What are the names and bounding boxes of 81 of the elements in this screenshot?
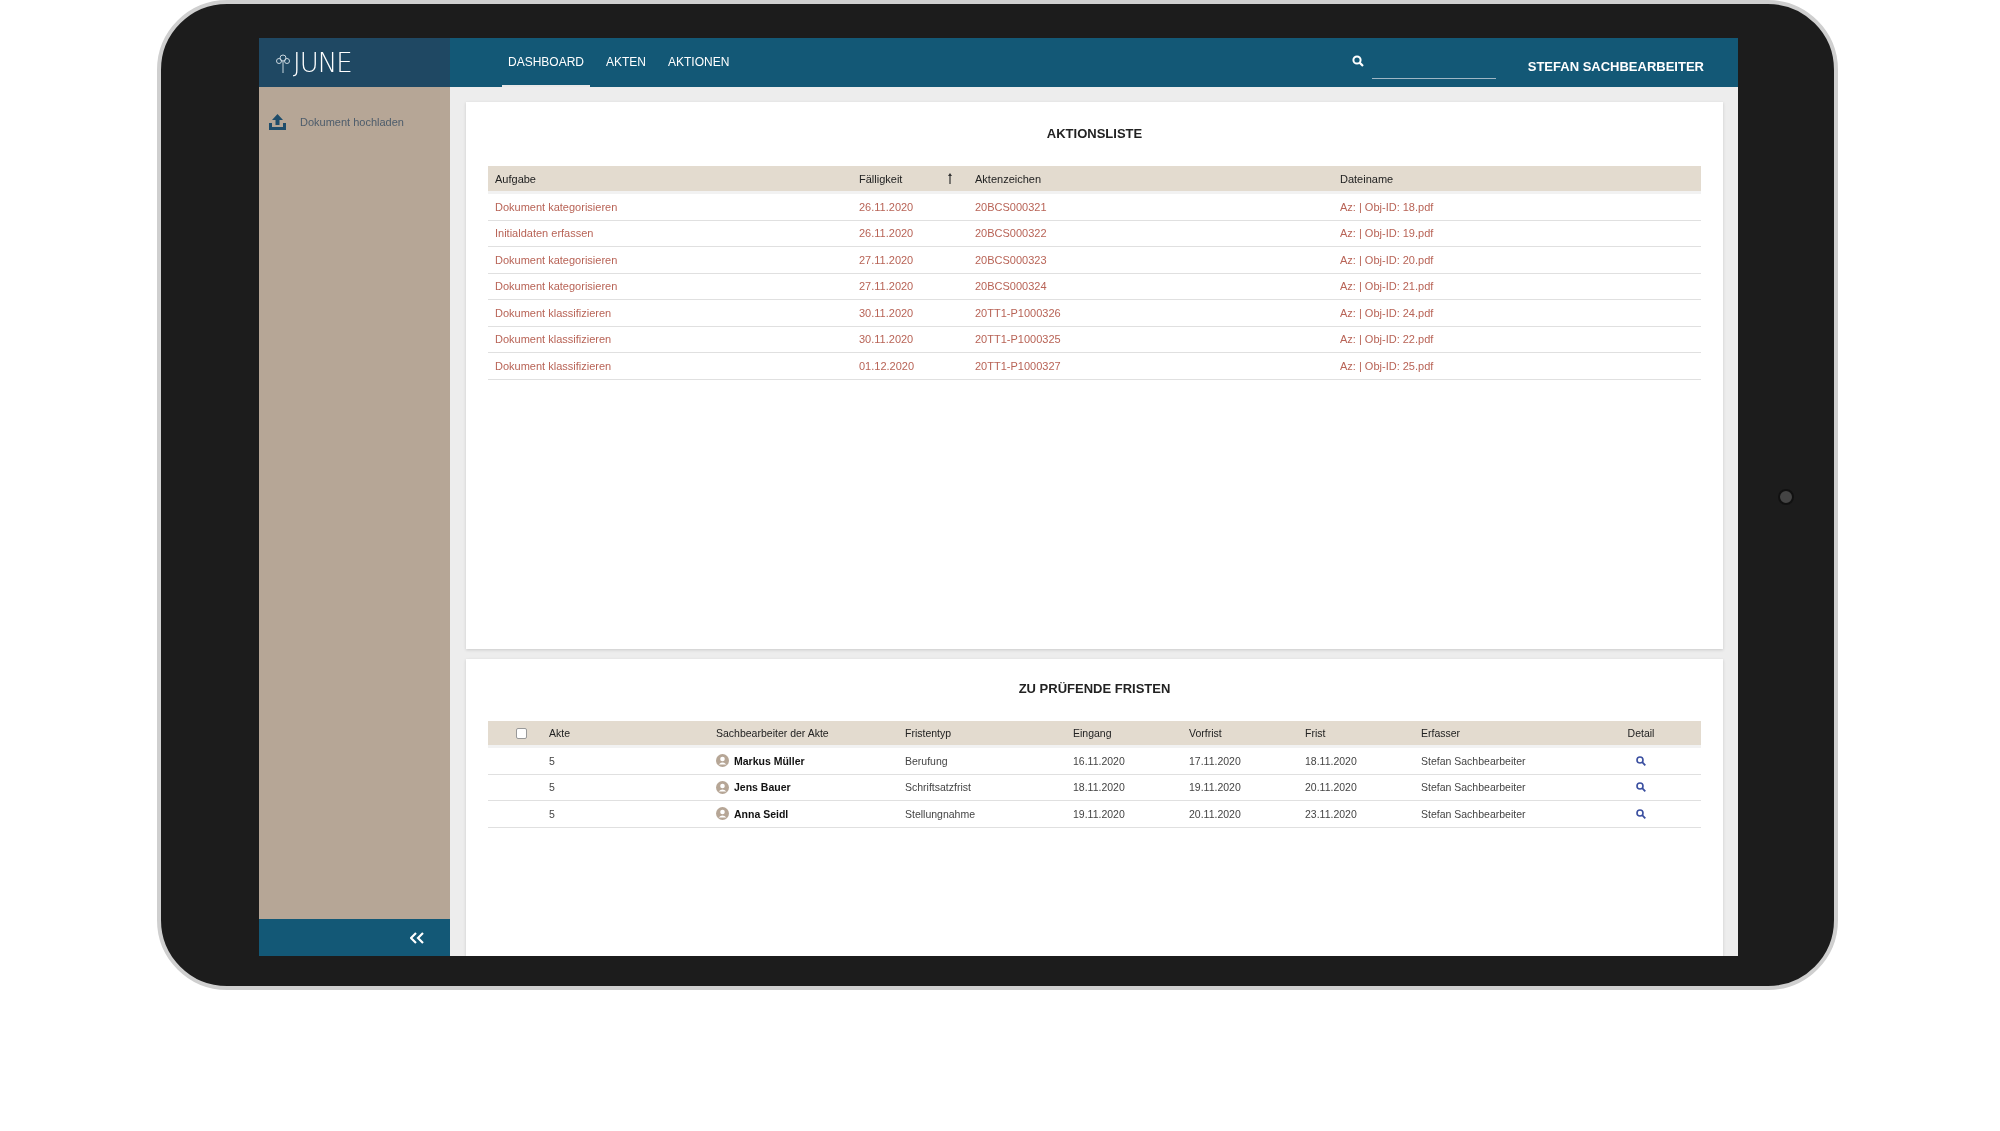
task-link[interactable]: 26.11.2020 (859, 227, 914, 240)
search-icon[interactable] (1636, 808, 1646, 819)
table-cell: 23.11.2020 (1305, 807, 1357, 820)
task-link[interactable]: Az: | Obj-ID: 22.pdf (1340, 333, 1434, 346)
table-cell: 18.11.2020 (1305, 754, 1357, 767)
task-link[interactable]: Dokument klassifizieren (495, 306, 612, 319)
column-header: Detail (1627, 727, 1655, 739)
task-link[interactable]: Dokument kategorisieren (495, 253, 618, 266)
select-all-checkbox[interactable] (516, 727, 527, 739)
task-link[interactable]: 27.11.2020 (859, 280, 914, 293)
table-cell: 5 (549, 781, 555, 794)
sidebar-item[interactable]: Dokument hochladen (259, 110, 414, 134)
table-cell: 20.11.2020 (1305, 781, 1357, 794)
task-link[interactable]: 20TT1-P1000326 (975, 306, 1061, 319)
table-cell: 20.11.2020 (1189, 807, 1241, 820)
task-link[interactable]: 26.11.2020 (859, 200, 914, 213)
user-name: Anna Seidl (734, 807, 789, 820)
user-name: Markus Müller (734, 754, 805, 767)
sort-arrow-icon[interactable] (948, 173, 952, 184)
avatar-icon (716, 754, 729, 768)
task-link[interactable]: Az: | Obj-ID: 25.pdf (1340, 359, 1434, 372)
column-header: Frist (1305, 727, 1326, 739)
table-cell: Stefan Sachbearbeiter (1421, 781, 1526, 794)
table-cell: 16.11.2020 (1073, 754, 1125, 767)
table-cell: 18.11.2020 (1073, 781, 1125, 794)
flower-logo-icon (275, 51, 291, 74)
column-header[interactable]: Aufgabe (495, 172, 536, 185)
task-link[interactable]: 20TT1-P1000325 (975, 333, 1061, 346)
task-link[interactable]: 20BCS000323 (975, 253, 1047, 266)
upload-icon (269, 114, 286, 130)
avatar-icon (716, 807, 729, 821)
task-link[interactable]: 30.11.2020 (859, 306, 914, 319)
camera-icon (1778, 489, 1794, 505)
task-link[interactable]: Dokument klassifizieren (495, 333, 612, 346)
section-title: ZU PRÜFENDE FRISTEN (1017, 680, 1172, 698)
task-link[interactable]: Az: | Obj-ID: 24.pdf (1340, 306, 1434, 319)
column-header[interactable]: Fälligkeit (859, 172, 903, 185)
logo-text: JUNE (293, 47, 352, 78)
column-header[interactable]: Aktenzeichen (975, 172, 1042, 185)
user-name: Jens Bauer (734, 781, 791, 794)
task-link[interactable]: Az: | Obj-ID: 18.pdf (1340, 200, 1434, 213)
task-link[interactable]: Az: | Obj-ID: 19.pdf (1340, 227, 1434, 240)
nav-tab[interactable]: AKTIONEN (662, 38, 736, 87)
task-link[interactable]: 27.11.2020 (859, 253, 914, 266)
search-icon[interactable] (1636, 782, 1646, 793)
table-cell: Stellungnahme (905, 807, 976, 820)
column-header: Fristentyp (905, 727, 952, 739)
search-icon[interactable] (1351, 54, 1364, 67)
table-cell: 19.11.2020 (1073, 807, 1125, 820)
column-header: Eingang (1073, 727, 1112, 739)
column-header: Vorfrist (1189, 727, 1222, 739)
task-link[interactable]: Initialdaten erfassen (495, 227, 594, 240)
table-cell: 17.11.2020 (1189, 754, 1241, 767)
task-link[interactable]: Dokument klassifizieren (495, 359, 612, 372)
table-cell: Schriftsatzfrist (905, 781, 971, 794)
user-name[interactable]: STEFAN SACHBEARBEITER (1527, 59, 1704, 74)
task-link[interactable]: 20BCS000322 (975, 227, 1047, 240)
task-link[interactable]: Dokument kategorisieren (495, 280, 618, 293)
nav-tab[interactable]: AKTEN (600, 38, 653, 87)
section-title: AKTIONSLISTE (1045, 125, 1144, 143)
task-link[interactable]: 20TT1-P1000327 (975, 359, 1061, 372)
column-header: Sachbearbeiter der Akte (716, 727, 829, 739)
table-cell: 5 (549, 807, 555, 820)
table-cell: 5 (549, 754, 555, 767)
task-link[interactable]: Az: | Obj-ID: 20.pdf (1340, 253, 1434, 266)
table-cell: Stefan Sachbearbeiter (1421, 807, 1526, 820)
table-cell: Stefan Sachbearbeiter (1421, 754, 1526, 767)
collapse-chevron-icon[interactable] (410, 931, 424, 944)
column-header: Erfasser (1421, 727, 1461, 739)
task-link[interactable]: 01.12.2020 (859, 359, 915, 372)
table-cell: Berufung (905, 754, 948, 767)
task-link[interactable]: 30.11.2020 (859, 333, 914, 346)
avatar-icon (716, 780, 729, 794)
column-header[interactable]: Dateiname (1340, 172, 1394, 185)
search-icon[interactable] (1636, 755, 1646, 766)
task-link[interactable]: 20BCS000324 (975, 280, 1047, 293)
task-link[interactable]: Dokument kategorisieren (495, 200, 618, 213)
table-cell: 19.11.2020 (1189, 781, 1241, 794)
task-link[interactable]: 20BCS000321 (975, 200, 1047, 213)
column-header: Akte (549, 727, 570, 739)
task-link[interactable]: Az: | Obj-ID: 21.pdf (1340, 280, 1434, 293)
